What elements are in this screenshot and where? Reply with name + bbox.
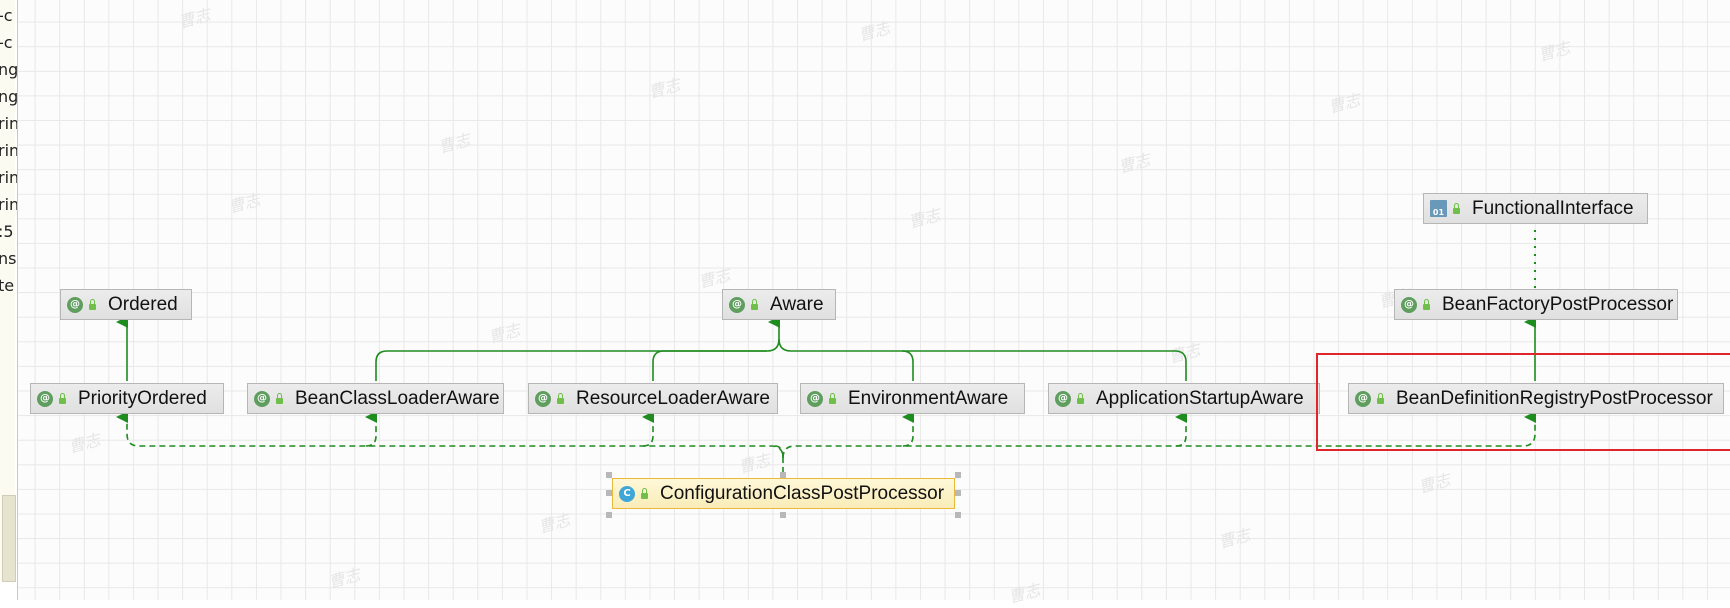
node-priority-ordered[interactable]: @ PriorityOrdered: [30, 383, 224, 414]
interface-icon: @: [807, 390, 823, 407]
node-label: EnvironmentAware: [848, 387, 1009, 409]
selection-handle[interactable]: [955, 472, 961, 478]
node-aware[interactable]: @ Aware: [722, 289, 836, 320]
interface-icon: @: [254, 390, 270, 407]
public-access-icon: [751, 298, 758, 310]
interface-icon: @: [1401, 296, 1417, 313]
node-bean-factory-post-processor[interactable]: @ BeanFactoryPostProcessor: [1394, 289, 1678, 320]
implements-edge-left-to-class: [774, 445, 784, 459]
node-label: Ordered: [108, 293, 178, 315]
public-access-icon: [1423, 298, 1430, 310]
public-access-icon: [1453, 202, 1460, 214]
extends-edge-applicationstartupaware-aware: [902, 350, 1187, 381]
node-label: ResourceLoaderAware: [576, 387, 770, 409]
interface-icon: @: [729, 296, 745, 313]
implements-edge-applicationstartupaware: [1175, 411, 1187, 447]
implements-edge-beanclassloaderaware: [365, 411, 377, 447]
selection-handle[interactable]: [955, 490, 961, 496]
public-access-icon: [89, 298, 96, 310]
selection-handle[interactable]: [780, 472, 786, 478]
interface-icon: @: [1055, 390, 1071, 407]
public-access-icon: [276, 392, 283, 404]
node-label: PriorityOrdered: [78, 387, 207, 409]
public-access-icon: [829, 392, 836, 404]
node-label: BeanFactoryPostProcessor: [1442, 293, 1674, 315]
selection-handle[interactable]: [955, 512, 961, 518]
implements-edge-trunk: [116, 411, 784, 473]
public-access-icon: [1077, 392, 1084, 404]
node-resource-loader-aware[interactable]: @ ResourceLoaderAware: [528, 383, 778, 414]
implements-edge-resourceloaderaware: [642, 411, 654, 447]
selection-handle[interactable]: [606, 512, 612, 518]
interface-icon: @: [67, 296, 83, 313]
extends-edge-environmentaware-aware: [778, 338, 914, 381]
node-label: Aware: [770, 293, 824, 315]
node-label: FunctionalInterface: [1472, 197, 1634, 219]
node-bean-class-loader-aware[interactable]: @ BeanClassLoaderAware: [247, 383, 504, 414]
selection-handle[interactable]: [780, 512, 786, 518]
node-configuration-class-post-processor[interactable]: C ConfigurationClassPostProcessor: [612, 478, 955, 509]
extends-edge-resourceloaderaware-aware: [652, 350, 767, 381]
class-icon: C: [619, 485, 635, 502]
selection-handle[interactable]: [606, 490, 612, 496]
public-access-icon: [557, 392, 564, 404]
node-application-startup-aware[interactable]: @ ApplicationStartupAware: [1048, 383, 1320, 414]
node-label: ApplicationStartupAware: [1096, 387, 1304, 409]
node-label: ConfigurationClassPostProcessor: [660, 482, 945, 504]
interface-icon: @: [535, 390, 551, 407]
node-ordered[interactable]: @ Ordered: [60, 289, 192, 320]
public-access-icon: [641, 487, 648, 499]
selection-handle[interactable]: [606, 472, 612, 478]
implements-edge-environmentaware: [902, 411, 914, 447]
interface-icon: @: [37, 390, 53, 407]
red-highlight-box: [1316, 353, 1730, 451]
node-functional-interface[interactable]: 01 FunctionalInterface: [1423, 193, 1648, 224]
node-environment-aware[interactable]: @ EnvironmentAware: [800, 383, 1025, 414]
public-access-icon: [59, 392, 66, 404]
node-label: BeanClassLoaderAware: [295, 387, 500, 409]
annotation-type-icon: 01: [1430, 200, 1447, 217]
